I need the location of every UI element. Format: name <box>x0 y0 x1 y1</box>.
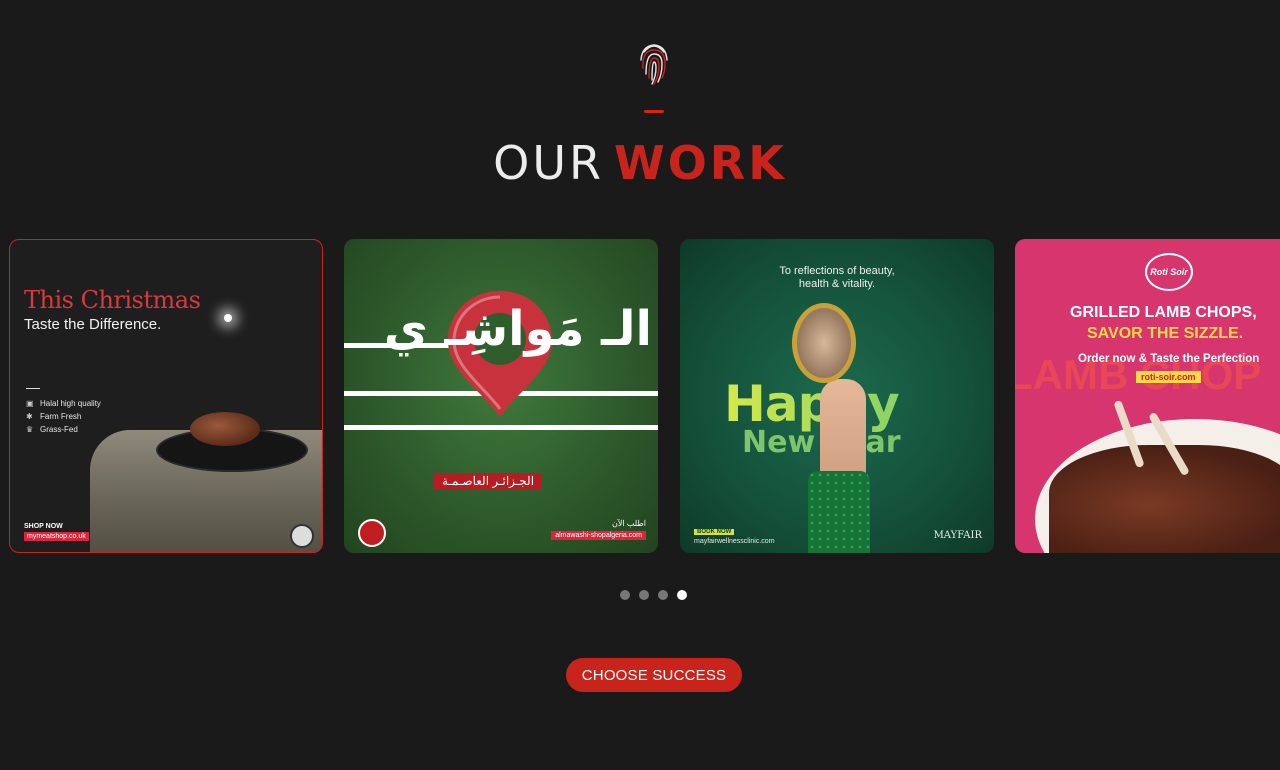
list-item: ✱ Farm Fresh <box>26 410 101 423</box>
mirror-image <box>792 303 856 383</box>
card-url: roti-soir.com <box>1136 371 1201 383</box>
feature-label: Grass-Fed <box>40 425 78 434</box>
title-light: OUR <box>493 136 604 190</box>
tagline-line: health & vitality. <box>798 278 876 290</box>
brand-badge-icon <box>290 524 314 548</box>
headline-line2: SAVOR THE SIZZLE. <box>1087 325 1244 342</box>
steak-image <box>190 412 260 446</box>
portfolio-card-christmas[interactable]: This Christmas Taste the Difference. ▣ Ha… <box>9 239 323 553</box>
brand-name: MAYFAIR <box>933 530 982 541</box>
badge-icon: ▣ <box>26 399 34 408</box>
fingerprint-icon <box>640 44 668 85</box>
pagination-dot[interactable] <box>658 590 668 600</box>
book-now-label: BOOK NOW <box>694 529 735 535</box>
feature-label: Farm Fresh <box>40 412 82 421</box>
card-title: This Christmas <box>24 286 201 314</box>
pagination-dot[interactable] <box>639 590 649 600</box>
card-subtitle: Taste the Difference. <box>24 316 162 333</box>
accent-divider <box>644 110 664 113</box>
divider <box>26 388 40 389</box>
city-label: الجـزائـر العاصـمـة <box>434 473 543 489</box>
feature-list: ▣ Halal high quality ✱ Farm Fresh ♛ Grass-F… <box>26 397 101 436</box>
feature-label: Halal high quality <box>40 399 101 408</box>
pagination-dot-active[interactable] <box>677 590 687 600</box>
order-label: Order now & Taste the Perfection <box>1078 353 1260 365</box>
section-title: OUR WORK <box>0 138 1280 188</box>
shop-now-label: SHOP NOW <box>24 523 63 530</box>
portfolio-card-mayfair[interactable]: To reflections of beauty, health & vital… <box>680 239 994 553</box>
card-url: almawashi-shopalgeria.com <box>551 531 646 540</box>
pagination-dot[interactable] <box>620 590 630 600</box>
choose-success-button[interactable]: CHOOSE SUCCESS <box>566 658 742 692</box>
order-label: اطلب الآن <box>612 519 646 528</box>
list-item: ♛ Grass-Fed <box>26 423 101 436</box>
stripe <box>344 425 658 430</box>
portfolio-card-roti-soir[interactable]: LAMB CHOP Roti Soir GRILLED LAMB CHOPS, … <box>1015 239 1280 553</box>
card-url: mymeatshop.co.uk <box>24 532 89 541</box>
card-url: mayfairwellnessclinic.com <box>694 538 775 545</box>
lamb-chops-image <box>1049 445 1280 553</box>
snowflake-icon: ✱ <box>26 412 33 421</box>
title-bold: WORK <box>613 136 787 190</box>
arabic-brand-title: الـ مَواشِـ ي <box>383 301 652 357</box>
brand-logo: Roti Soir <box>1145 253 1193 291</box>
star-glow <box>224 314 232 322</box>
sleeve-image <box>808 471 870 553</box>
tagline: To reflections of beauty, health & vital… <box>680 265 994 291</box>
portfolio-card-almawashi[interactable]: الـ مَواشِـ ي الجـزائـر العاصـمـة اطلب ا… <box>344 239 658 553</box>
tagline-line: To reflections of beauty, <box>779 265 895 277</box>
brand-logo-icon <box>358 519 386 547</box>
headline-line1: GRILLED LAMB CHOPS, <box>1070 304 1257 321</box>
crown-icon: ♛ <box>26 425 34 434</box>
list-item: ▣ Halal high quality <box>26 397 101 410</box>
carousel-pagination <box>620 590 687 600</box>
